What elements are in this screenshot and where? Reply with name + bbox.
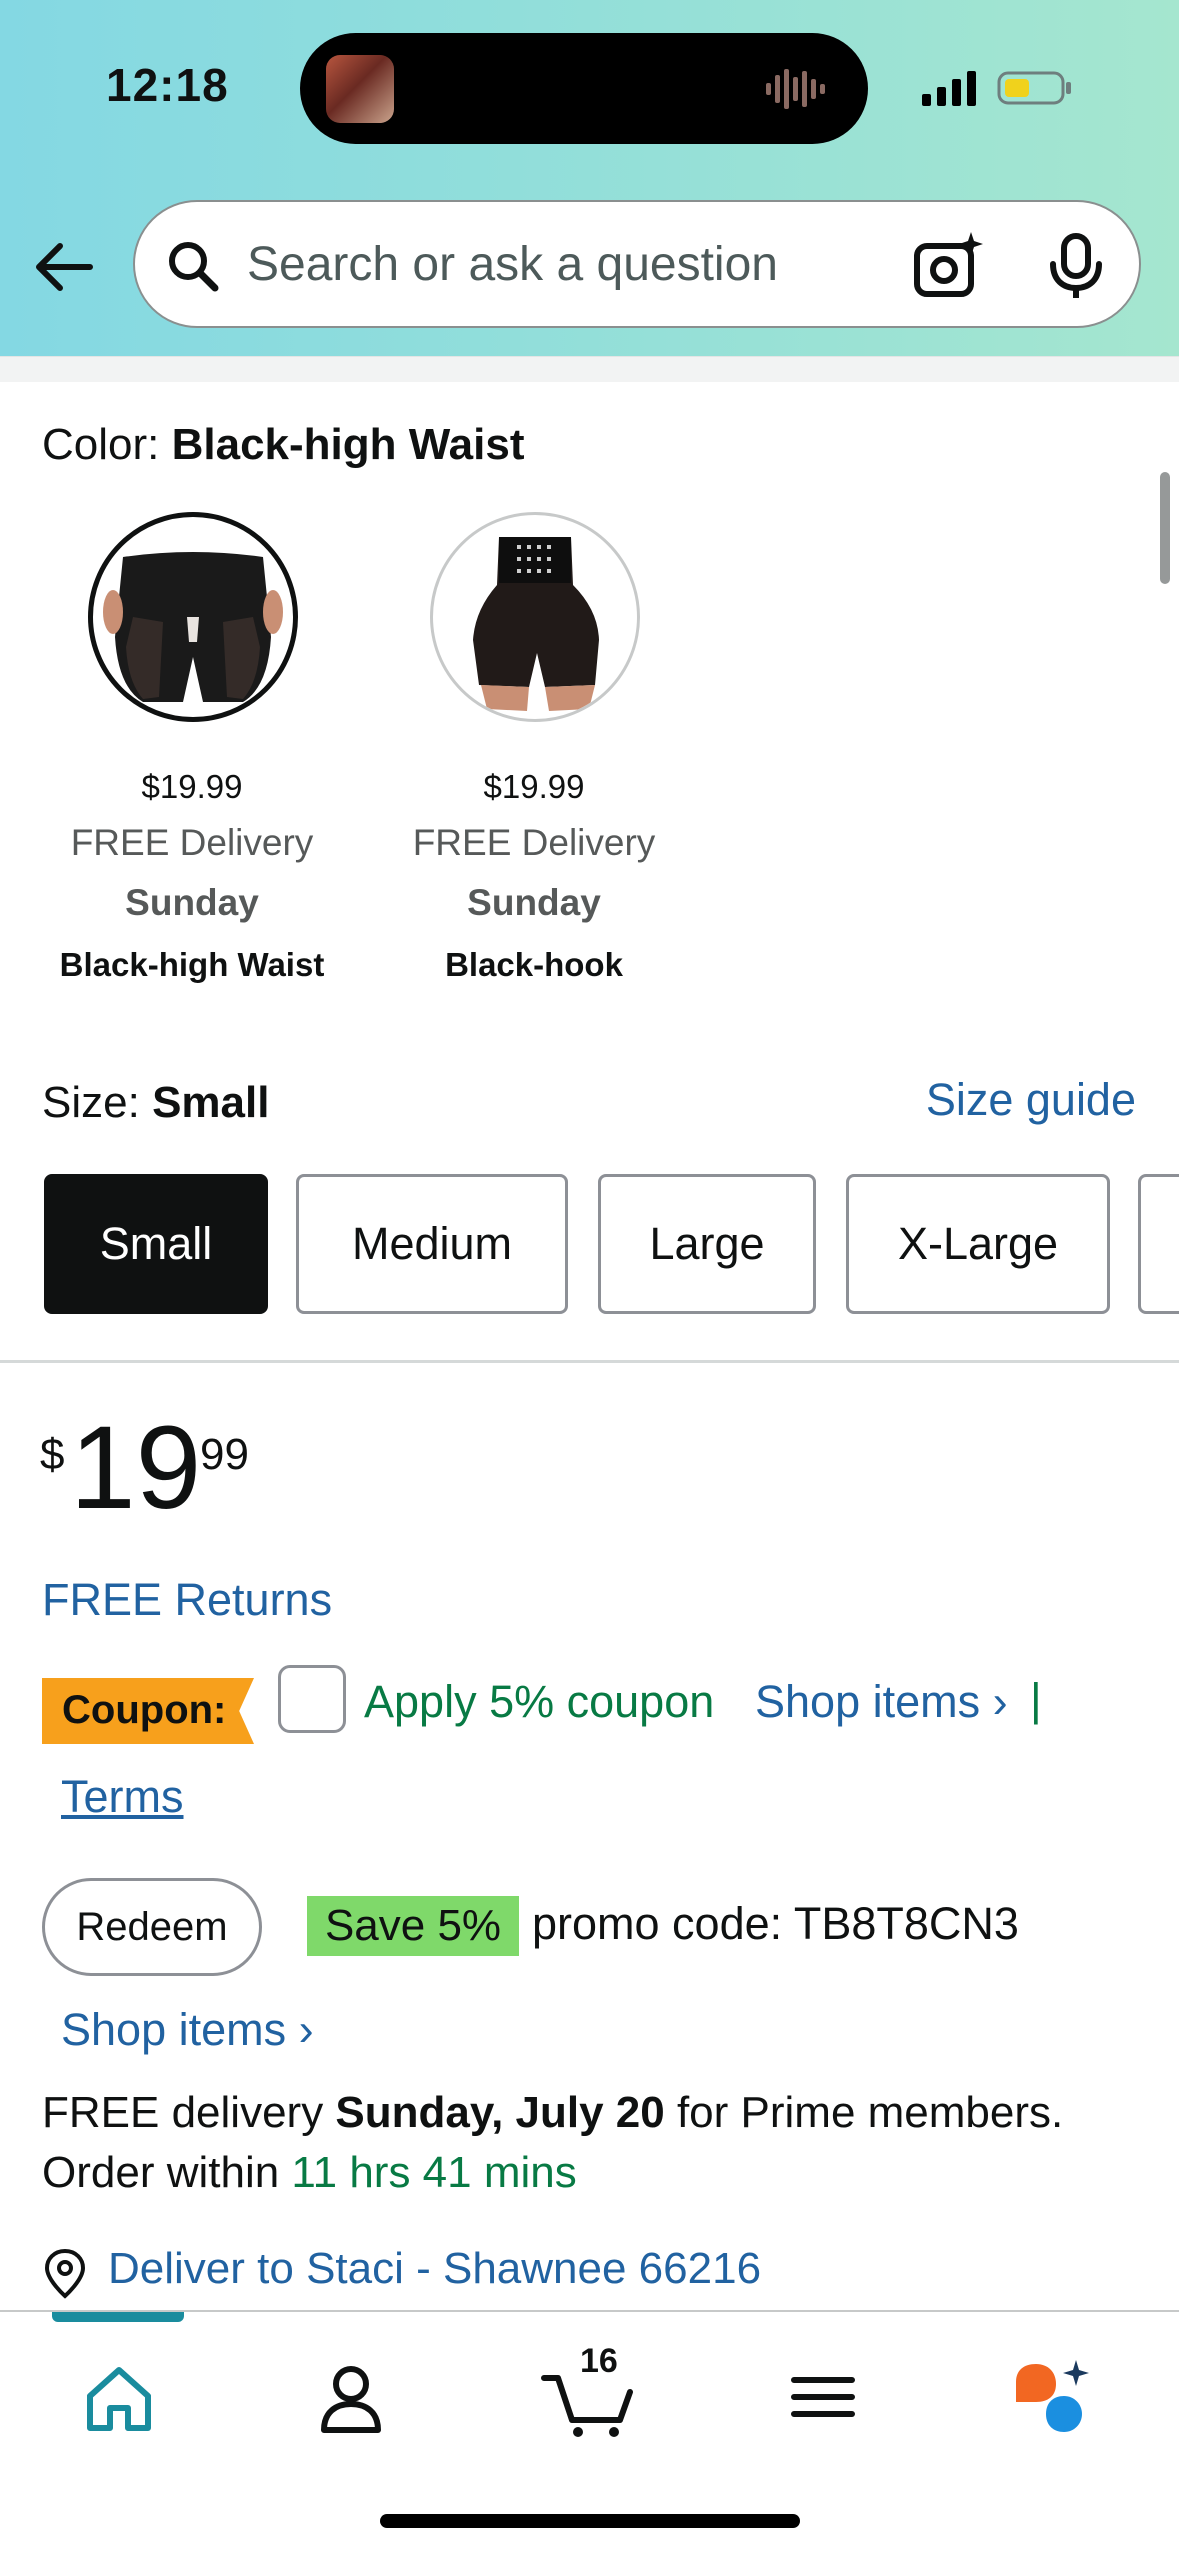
- color-swatch-black-high-waist[interactable]: $19.99 FREE Delivery Sunday Black-high W…: [42, 512, 342, 992]
- price-fraction: 99: [200, 1430, 249, 1479]
- color-label: Color: Black-high Waist: [42, 420, 524, 470]
- account-icon[interactable]: [306, 2352, 396, 2442]
- size-option-more[interactable]: [1138, 1174, 1179, 1314]
- swatch-delivery-day: Sunday: [467, 882, 601, 923]
- microphone-icon[interactable]: [1045, 232, 1107, 300]
- apply-coupon-label[interactable]: Apply 5% coupon: [364, 1676, 714, 1728]
- swatch-delivery: FREE Delivery: [412, 822, 656, 863]
- status-time: 12:18: [106, 59, 229, 111]
- size-label: Size: Small: [42, 1078, 269, 1128]
- swatch-image: [430, 512, 640, 722]
- cellular-signal-icon: [922, 71, 976, 106]
- coupon-badge: Coupon:: [42, 1678, 254, 1744]
- swatch-price: $19.99: [483, 768, 585, 805]
- header: 12:18: [0, 0, 1179, 356]
- audio-wave-icon: [766, 69, 825, 109]
- promo-shop-items-link[interactable]: Shop items ›: [61, 2004, 314, 2056]
- coupon-shop-items-link[interactable]: Shop items ›: [755, 1676, 1008, 1728]
- nav-active-indicator: [52, 2312, 184, 2322]
- size-option-medium[interactable]: Medium: [296, 1174, 568, 1314]
- order-countdown: 11 hrs 41 mins: [291, 2148, 577, 2197]
- search-input[interactable]: [247, 228, 887, 300]
- header-divider: [0, 356, 1179, 382]
- home-indicator[interactable]: [380, 2514, 800, 2528]
- size-option-x-large[interactable]: X-Large: [846, 1174, 1110, 1314]
- save-badge: Save 5%: [307, 1896, 519, 1956]
- rufus-assistant-icon[interactable]: [1010, 2352, 1110, 2442]
- order-within: Order within 11 hrs 41 mins: [42, 2148, 577, 2198]
- location-pin-icon: [44, 2248, 86, 2299]
- color-label-prefix: Color:: [42, 420, 160, 469]
- delivery-info: FREE delivery Sunday, July 20 for Prime …: [42, 2088, 1063, 2138]
- coupon-separator: |: [1030, 1674, 1042, 1725]
- color-selected-value: Black-high Waist: [171, 420, 525, 469]
- deliver-to-text: Deliver to Staci - Shawnee 66216: [108, 2244, 762, 2293]
- swatch-image: [88, 512, 298, 722]
- size-option-small[interactable]: Small: [44, 1174, 268, 1314]
- swatch-delivery-day: Sunday: [125, 882, 259, 923]
- price-whole: 19: [70, 1402, 202, 1534]
- now-playing-artwork: [326, 55, 394, 123]
- shapewear-high-waist-image: [103, 552, 283, 702]
- price-currency-symbol: $: [40, 1430, 65, 1479]
- delivery-prefix: FREE delivery: [42, 2088, 336, 2137]
- back-arrow-icon[interactable]: [30, 232, 100, 302]
- swatch-price: $19.99: [141, 768, 243, 805]
- promo-code-text: promo code: TB8T8CN3: [532, 1898, 1019, 1949]
- home-icon[interactable]: [74, 2352, 164, 2442]
- size-guide-link[interactable]: Size guide: [926, 1074, 1136, 1126]
- free-returns-link[interactable]: FREE Returns: [42, 1574, 332, 1626]
- size-option-large[interactable]: Large: [598, 1174, 816, 1314]
- swatch-name: Black-high Waist: [59, 946, 325, 983]
- dynamic-island[interactable]: [300, 33, 868, 144]
- size-selected-value: Small: [152, 1078, 270, 1127]
- swatch-name: Black-hook: [445, 946, 623, 983]
- color-swatch-black-hook[interactable]: $19.99 FREE Delivery Sunday Black-hook: [384, 512, 684, 992]
- camera-lens-icon[interactable]: [913, 230, 983, 300]
- section-divider: [0, 1360, 1179, 1363]
- coupon-terms-link[interactable]: Terms: [61, 1771, 184, 1823]
- cart-count-badge: 16: [580, 2342, 618, 2380]
- delivery-suffix: for Prime members.: [664, 2088, 1064, 2137]
- swatch-delivery: FREE Delivery: [70, 822, 314, 863]
- search-icon: [169, 242, 219, 292]
- menu-icon[interactable]: [778, 2352, 868, 2442]
- search-bar[interactable]: [133, 200, 1141, 328]
- order-within-label: Order within: [42, 2148, 292, 2197]
- redeem-button[interactable]: Redeem: [42, 1878, 262, 1976]
- battery-icon: [997, 71, 1071, 105]
- scrollbar[interactable]: [1160, 472, 1170, 584]
- coupon-checkbox[interactable]: [278, 1665, 346, 1733]
- size-label-prefix: Size:: [42, 1078, 140, 1127]
- delivery-date: Sunday, July 20: [335, 2088, 665, 2137]
- shapewear-hook-image: [473, 537, 599, 711]
